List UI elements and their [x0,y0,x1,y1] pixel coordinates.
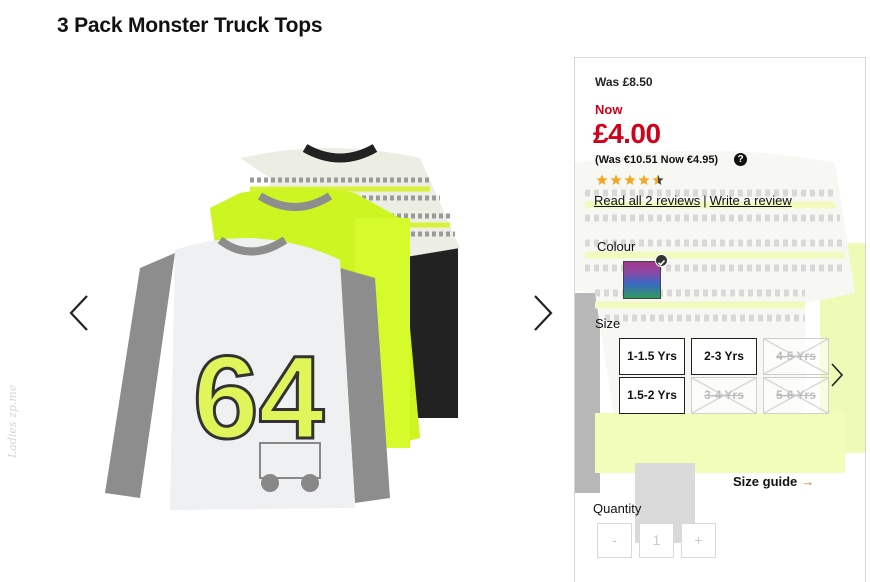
arrow-right-icon: → [801,474,815,489]
product-details-panel: Was £8.50 Now £4.00 (Was €10.51 Now €4.9… [574,57,866,582]
quantity-increase-button[interactable]: + [681,523,716,558]
quantity-label: Quantity [593,501,642,516]
euro-price: (Was €10.51 Now €4.95) [595,154,719,166]
size-option-5-6: 5-6 Yrs [763,377,829,414]
star-icon [638,174,650,185]
star-icon [610,174,622,185]
write-review-link[interactable]: Write a review [710,193,792,208]
half-star-icon [652,174,664,185]
was-price: Was £8.50 [595,75,653,89]
size-option-3-4: 3-4 Yrs [691,377,757,414]
size-guide-link[interactable]: Size guide → [733,474,814,489]
svg-text:64: 64 [193,332,324,464]
size-option-4-5: 4-5 Yrs [763,338,829,375]
chevron-left-icon[interactable] [68,294,90,332]
chevron-right-icon[interactable] [830,362,844,393]
check-icon [655,254,668,267]
size-option-1-1.5[interactable]: 1-1.5 Yrs [619,338,685,375]
review-links: Read all 2 reviews | Write a review [594,193,792,208]
quantity-decrease-button[interactable]: - [597,523,632,558]
star-icon [596,174,608,185]
size-option-2-3[interactable]: 2-3 Yrs [691,338,757,375]
now-price: £4.00 [593,118,661,149]
quantity-input[interactable]: 1 [639,523,674,558]
size-label: Size [595,316,621,331]
star-icon [624,174,636,185]
product-image: 64 [105,144,460,510]
colour-label: Colour [597,239,636,254]
rating-stars [596,174,664,186]
now-label: Now [595,102,623,117]
chevron-right-icon[interactable] [532,294,554,332]
watermark: Ladies zp.me [6,384,19,458]
help-icon[interactable]: ? [734,153,747,166]
front-top-image: 64 [105,236,390,510]
read-reviews-link[interactable]: Read all 2 reviews [594,193,700,208]
size-option-1.5-2[interactable]: 1.5-2 Yrs [619,377,685,414]
size-guide-label: Size guide [733,474,798,489]
product-title: 3 Pack Monster Truck Tops [57,14,323,37]
review-separator: | [703,193,707,208]
